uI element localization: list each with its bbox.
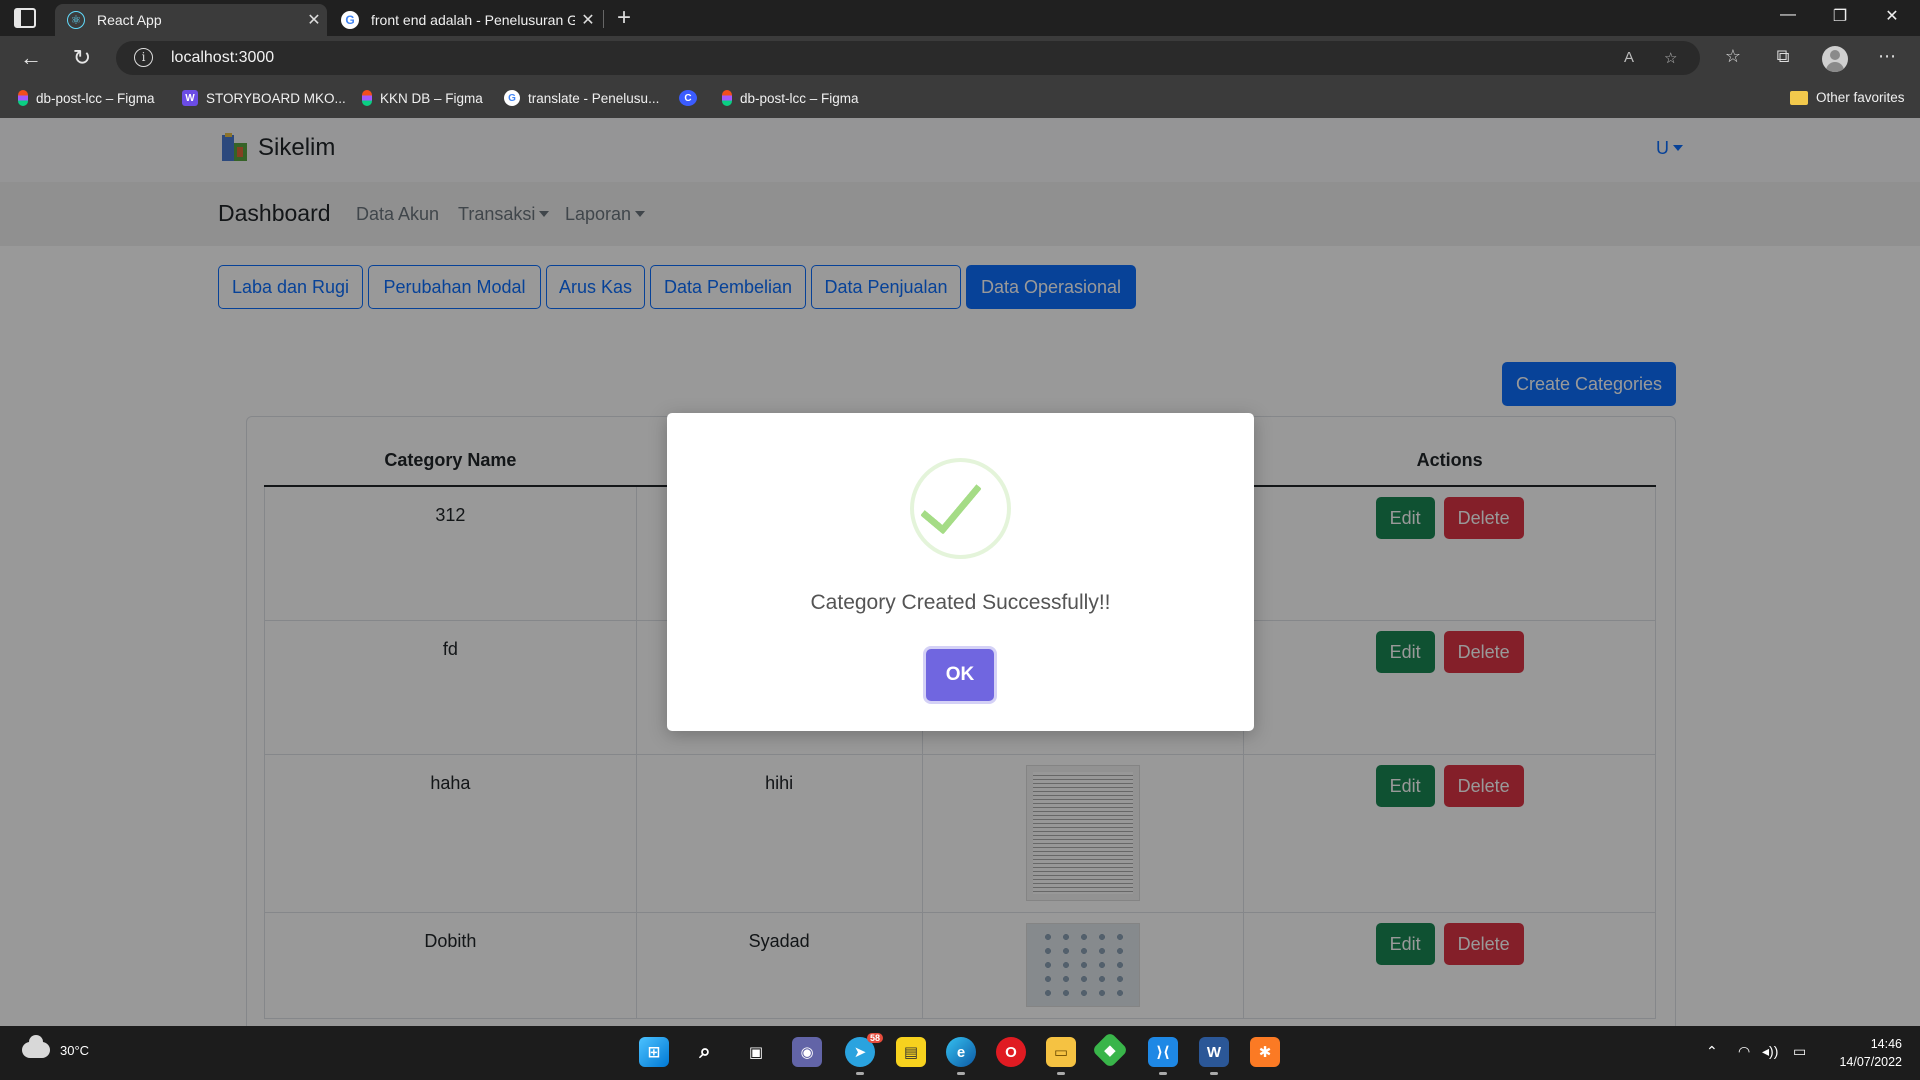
cloud-icon (22, 1035, 50, 1058)
task-view-icon[interactable]: ▣ (741, 1037, 771, 1067)
tab-actions-icon[interactable] (14, 8, 36, 28)
new-tab-button[interactable]: + (612, 4, 636, 32)
teams-chat-icon[interactable]: ◉ (792, 1037, 822, 1067)
add-favorite-icon[interactable]: ☆ (1664, 49, 1677, 67)
web-page: Sikelim U Dashboard Data Akun Transaksi … (0, 118, 1920, 1026)
figma-icon (722, 90, 732, 106)
folder-icon (1790, 90, 1808, 105)
bookmark-item[interactable]: W STORYBOARD MKO... (182, 90, 346, 106)
profile-avatar-icon[interactable] (1822, 46, 1848, 72)
other-favorites[interactable]: Other favorites (1790, 90, 1905, 105)
address-bar[interactable]: i localhost:3000 A ☆ (116, 41, 1700, 75)
react-icon: ⚛ (67, 11, 85, 29)
bookmark-label: translate - Penelusu... (528, 90, 660, 106)
sticky-notes-icon[interactable]: ▤ (896, 1037, 926, 1067)
tab-title: React App (97, 12, 162, 28)
bookmark-item[interactable]: C (679, 90, 705, 106)
figma-icon (362, 90, 372, 106)
system-clock[interactable]: 14:46 14/07/2022 (1822, 1035, 1902, 1071)
weather-widget[interactable]: 30°C (22, 1035, 90, 1058)
opera-icon[interactable]: O (996, 1037, 1026, 1067)
bookmark-item[interactable]: db-post-lcc – Figma (722, 90, 859, 106)
bookmarks-bar: db-post-lcc – Figma W STORYBOARD MKO... … (0, 80, 1920, 118)
wifi-icon[interactable]: ◠ (1738, 1043, 1750, 1060)
bookmark-item[interactable]: KKN DB – Figma (362, 90, 483, 106)
telegram-icon[interactable]: ➤ 58 (845, 1033, 883, 1075)
tab-google-search[interactable]: G front end adalah - Penelusuran G ✕ (331, 4, 601, 36)
file-explorer-icon[interactable]: ▭ (1046, 1037, 1076, 1075)
address-url[interactable]: localhost:3000 (171, 49, 274, 67)
favorites-icon[interactable]: ☆ (1719, 46, 1747, 67)
success-check-icon (910, 458, 1011, 559)
address-bar-row: ← ↻ i localhost:3000 A ☆ ☆ ⧉ ⋯ (0, 36, 1920, 80)
bookmark-label: KKN DB – Figma (380, 90, 483, 106)
success-modal: Category Created Successfully!! OK (667, 413, 1254, 731)
figma-icon (18, 90, 28, 106)
more-menu-icon[interactable]: ⋯ (1873, 46, 1901, 67)
taskbar: 30°C ⊞ ⌕ ▣ ◉ ➤ 58 ▤ e O ▭ ◆ ⟩⟨ W ✱ ⌃ ◠ ◂)… (0, 1026, 1920, 1080)
search-icon[interactable]: ⌕ (690, 1037, 720, 1067)
word-icon[interactable]: W (1199, 1037, 1229, 1075)
clock-time: 14:46 (1870, 1037, 1902, 1051)
window-close-icon[interactable]: ✕ (1872, 6, 1912, 26)
google-icon: G (504, 90, 520, 106)
tab-react-app[interactable]: ⚛ React App ✕ (55, 4, 327, 36)
git-icon[interactable]: ◆ (1091, 1031, 1129, 1069)
tab-close-icon[interactable]: ✕ (575, 10, 601, 30)
read-aloud-icon[interactable]: A (1624, 49, 1634, 66)
w-icon: W (182, 90, 198, 106)
refresh-icon[interactable]: ↻ (67, 45, 97, 71)
xampp-icon[interactable]: ✱ (1250, 1037, 1280, 1067)
speaker-icon[interactable]: ◂)) (1762, 1043, 1778, 1060)
other-favorites-label: Other favorites (1816, 90, 1905, 105)
browser-tab-bar: ⚛ React App ✕ G front end adalah - Penel… (0, 0, 1920, 36)
bookmark-label: db-post-lcc – Figma (740, 90, 859, 106)
collections-icon[interactable]: ⧉ (1769, 46, 1797, 67)
notification-badge: 58 (866, 1033, 883, 1043)
clock-date: 14/07/2022 (1839, 1055, 1902, 1069)
start-icon[interactable]: ⊞ (639, 1037, 669, 1067)
modal-message: Category Created Successfully!! (810, 591, 1111, 614)
tab-close-icon[interactable]: ✕ (301, 10, 327, 30)
bookmark-label: STORYBOARD MKO... (206, 90, 346, 106)
google-icon: G (341, 11, 359, 29)
bookmark-item[interactable]: db-post-lcc – Figma (18, 90, 155, 106)
bookmark-item[interactable]: G translate - Penelusu... (504, 90, 659, 106)
tab-title: front end adalah - Penelusuran G (371, 12, 575, 28)
bookmark-label: db-post-lcc – Figma (36, 90, 155, 106)
minimize-icon[interactable]: — (1768, 6, 1808, 24)
site-info-icon[interactable]: i (134, 48, 153, 67)
ok-button[interactable]: OK (926, 649, 994, 701)
restore-icon[interactable]: ❐ (1820, 6, 1860, 26)
weather-temp: 30°C (60, 1042, 90, 1058)
back-icon[interactable]: ← (16, 45, 46, 71)
tab-divider (603, 10, 604, 28)
edge-icon[interactable]: e (946, 1037, 976, 1075)
battery-icon[interactable]: ▭ (1793, 1043, 1806, 1060)
c-icon: C (679, 90, 697, 106)
chevron-up-icon[interactable]: ⌃ (1706, 1043, 1718, 1060)
vscode-icon[interactable]: ⟩⟨ (1148, 1037, 1178, 1075)
